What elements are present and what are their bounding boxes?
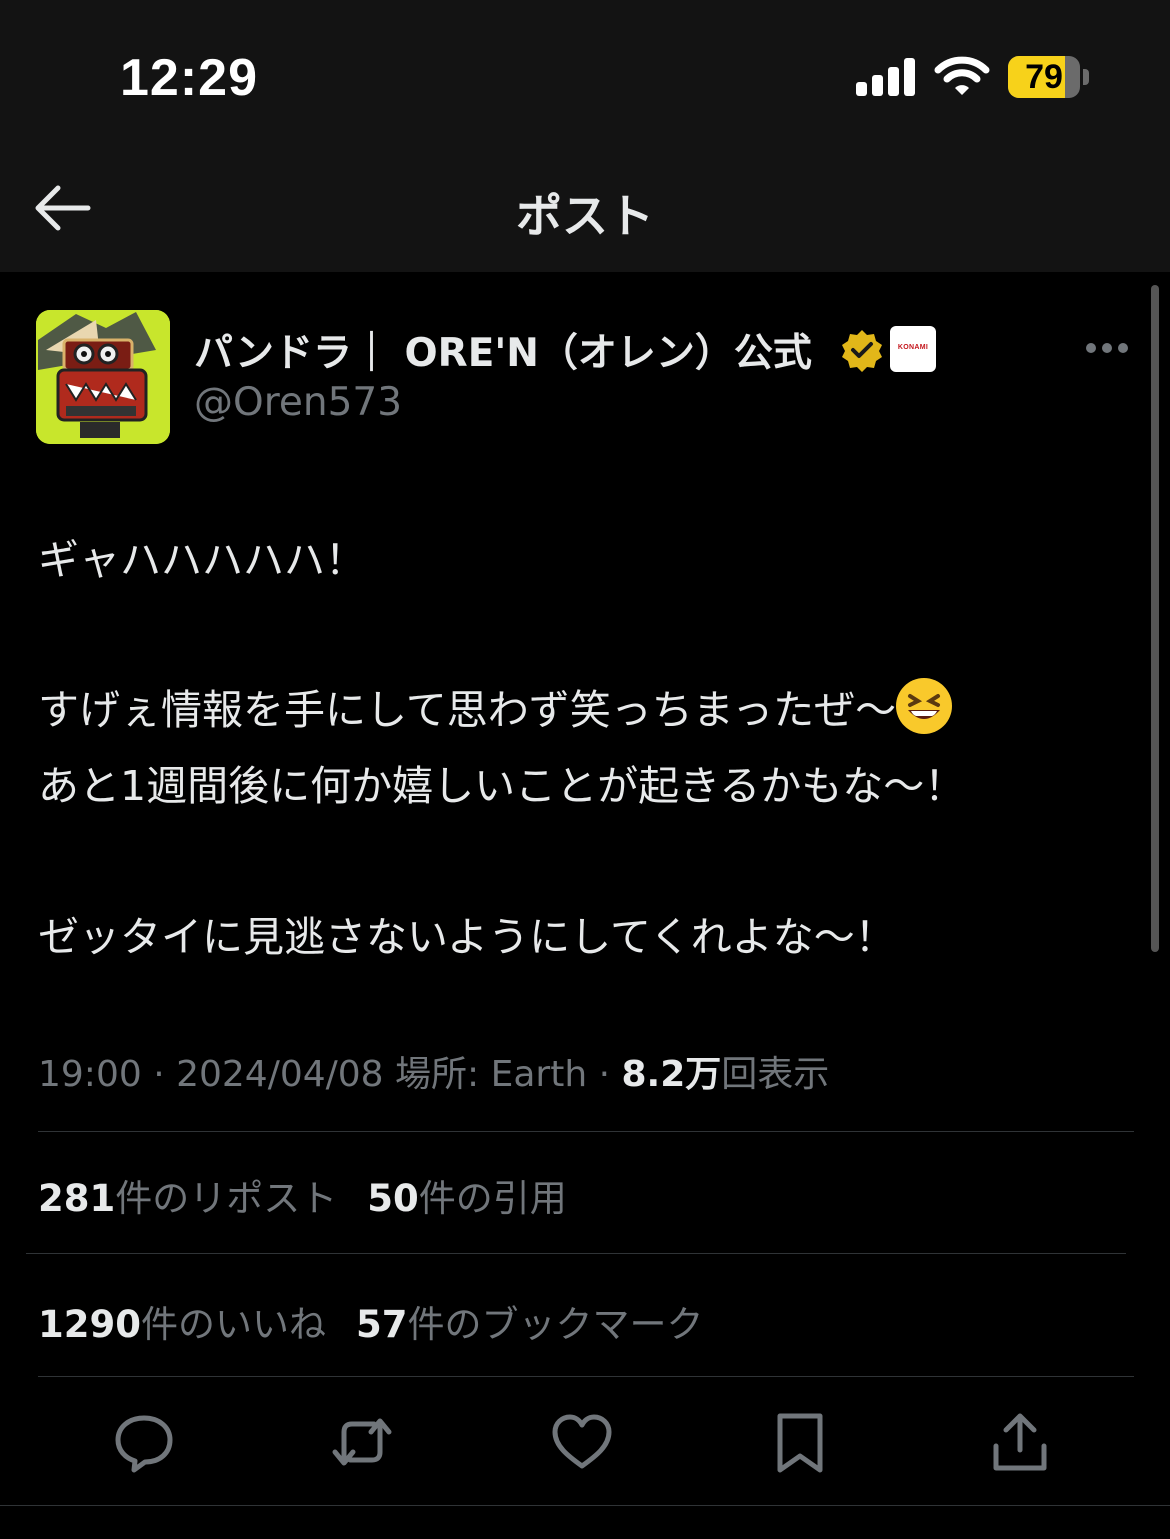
post-text-line-1: ギャハハハハハ！ <box>38 536 366 584</box>
more-options-icon[interactable] <box>1080 330 1134 366</box>
reposts-label: 件のリポスト <box>115 1177 338 1220</box>
author-handle[interactable]: @Oren573 <box>194 380 402 425</box>
wifi-icon <box>934 56 990 95</box>
repost-icon[interactable] <box>330 1410 394 1474</box>
divider <box>38 1376 1134 1377</box>
quotes-label: 件の引用 <box>418 1177 567 1220</box>
author-name[interactable]: パンドラ｜ ORE'N（オレン）公式 <box>194 322 812 378</box>
post-location: 場所: Earth <box>383 1054 588 1095</box>
divider <box>38 1131 1134 1132</box>
meta-separator: · <box>587 1054 622 1095</box>
divider <box>26 1253 1126 1254</box>
battery-percent: 79 <box>1025 58 1063 96</box>
divider <box>0 1505 1170 1506</box>
bookmarks-count: 57 <box>355 1303 408 1346</box>
post-time[interactable]: 19:00 <box>38 1054 142 1095</box>
likes-stat[interactable]: 1290件のいいね <box>38 1303 326 1346</box>
quotes-stat[interactable]: 50件の引用 <box>367 1177 567 1220</box>
post-text-line-2: すげぇ情報を手にして思わず笑っちまったぜ〜 <box>38 676 953 736</box>
likes-label: 件のいいね <box>140 1303 326 1346</box>
battery-tip <box>1083 69 1089 85</box>
like-icon[interactable] <box>550 1410 614 1474</box>
scrollbar[interactable] <box>1151 285 1159 952</box>
stats-row-1: 281件のリポスト 50件の引用 <box>38 1168 567 1222</box>
reposts-stat[interactable]: 281件のリポスト <box>38 1177 337 1220</box>
post-date[interactable]: 2024/04/08 <box>176 1054 384 1095</box>
verified-badge-icon <box>842 330 882 372</box>
page-title: ポスト <box>516 189 654 243</box>
post-text-line-2-text: すげぇ情報を手にして思わず笑っちまったぜ〜 <box>38 686 897 734</box>
bookmark-icon[interactable] <box>768 1410 832 1474</box>
meta-separator: · <box>141 1054 177 1095</box>
share-icon[interactable] <box>988 1410 1052 1474</box>
bookmarks-label: 件のブックマーク <box>407 1303 704 1346</box>
status-time: 12:29 <box>120 49 258 107</box>
views-label: 回表示 <box>721 1054 830 1095</box>
post-meta: 19:00 · 2024/04/08 場所: Earth · 8.2万回表示 <box>38 1045 829 1097</box>
post-text-line-4: ゼッタイに見逃さないようにしてくれよな〜！ <box>38 913 896 961</box>
affiliation-badge[interactable]: KONAMI <box>890 326 936 372</box>
grinning-squinting-face-icon <box>896 678 953 734</box>
status-bar: 12:29 79 <box>0 0 1170 150</box>
bookmarks-stat[interactable]: 57件のブックマーク <box>356 1303 704 1346</box>
battery-indicator: 79 <box>1008 56 1080 98</box>
views-count: 8.2万 <box>621 1054 722 1095</box>
reply-icon[interactable] <box>112 1410 176 1474</box>
cellular-signal-icon <box>856 58 916 96</box>
avatar[interactable] <box>36 310 170 444</box>
post-text-line-3: あと1週間後に何か嬉しいことが起きるかもな〜！ <box>38 762 966 810</box>
likes-count: 1290 <box>38 1303 141 1346</box>
reposts-count: 281 <box>38 1177 116 1220</box>
stats-row-2: 1290件のいいね 57件のブックマーク <box>38 1294 703 1348</box>
quotes-count: 50 <box>367 1177 419 1220</box>
nav-bar: ポスト <box>0 150 1170 272</box>
affiliation-badge-label: KONAMI <box>897 344 929 351</box>
